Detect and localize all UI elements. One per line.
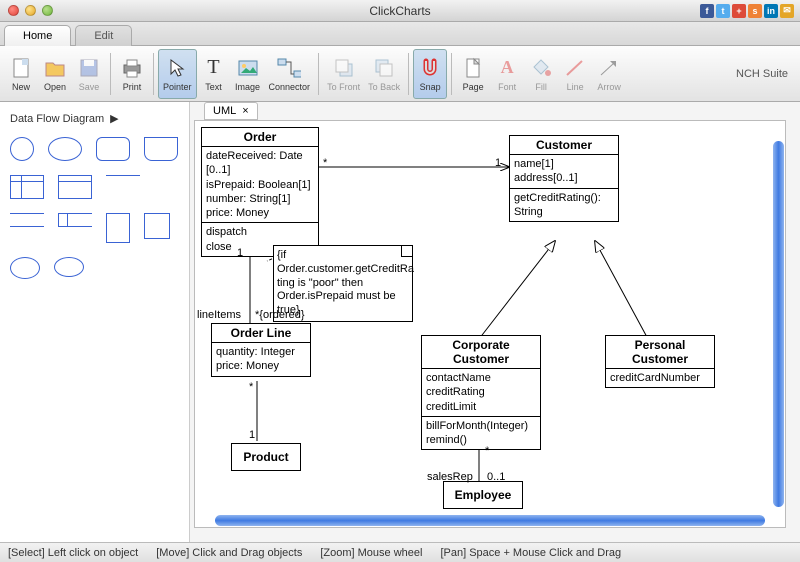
shape-open-right[interactable] [58,213,92,227]
print-button[interactable]: Print [115,49,149,99]
status-select: [Select] Left click on object [8,547,138,559]
arrow-button[interactable]: Arrow [592,49,626,99]
facebook-icon[interactable]: f [700,4,714,18]
minimize-window-button[interactable] [25,5,36,16]
status-pan: [Pan] Space + Mouse Click and Drag [440,547,621,559]
statusbar: [Select] Left click on object [Move] Cli… [0,542,800,562]
rss-icon[interactable]: ✉ [780,4,794,18]
window-title: ClickCharts [0,4,800,18]
assoc-label: *{ordered} [255,309,305,321]
connector-button[interactable]: Connector [265,49,315,99]
mult-label: * [485,445,489,457]
shape-table[interactable] [10,175,44,199]
pointer-button[interactable]: Pointer [158,49,197,99]
mult-label: 0..1 [487,471,505,483]
image-button[interactable]: Image [231,49,265,99]
line-button[interactable]: Line [558,49,592,99]
uml-class-orderline[interactable]: Order Line quantity: Integer price: Mone… [211,323,311,377]
snap-button[interactable]: Snap [413,49,447,99]
canvas-area: UML× Order dateReceived: Date [0..1] isP… [190,102,800,542]
shape-open-rect[interactable] [10,213,44,227]
open-button[interactable]: Open [38,49,72,99]
assoc-label: lineItems [197,309,241,321]
save-button[interactable]: Save [72,49,106,99]
uml-class-corporate[interactable]: Corporate Customer contactName creditRat… [421,335,541,450]
mult-label: * [323,157,327,169]
uml-class-order[interactable]: Order dateReceived: Date [0..1] isPrepai… [201,127,319,257]
twitter-icon[interactable]: t [716,4,730,18]
close-window-button[interactable] [8,5,19,16]
shape-ellipse[interactable] [48,137,82,161]
uml-class-employee[interactable]: Employee [443,481,523,509]
tab-edit[interactable]: Edit [75,25,132,46]
status-move: [Move] Click and Drag objects [156,547,302,559]
mult-label: 1 [249,429,255,441]
tab-home[interactable]: Home [4,25,71,46]
shape-line1[interactable] [106,175,140,178]
shapes-sidebar: Data Flow Diagram▶ [0,102,190,542]
chevron-right-icon: ▶ [110,112,118,125]
mult-label: 1 [495,157,501,169]
gplus-icon[interactable]: + [732,4,746,18]
shape-circle[interactable] [10,137,34,161]
text-button[interactable]: TText [197,49,231,99]
zoom-window-button[interactable] [42,5,53,16]
vertical-scrollbar[interactable] [773,141,784,507]
shape-square[interactable] [144,213,170,239]
new-button[interactable]: New [4,49,38,99]
uml-class-product[interactable]: Product [231,443,301,471]
mult-label: * [249,381,253,393]
font-button[interactable]: AFont [490,49,524,99]
toolbar: New Open Save Print Pointer TText Image … [0,46,800,102]
page-button[interactable]: Page [456,49,490,99]
assoc-label: salesRep [427,471,473,483]
ribbon-tabs: Home Edit [0,22,800,46]
brand-label[interactable]: NCH Suite [736,68,788,80]
uml-class-customer[interactable]: Customer name[1] address[0..1] getCredit… [509,135,619,222]
shape-datastore[interactable] [144,137,178,161]
fill-button[interactable]: Fill [524,49,558,99]
document-tab[interactable]: UML× [204,102,258,120]
shape-rounded-rect[interactable] [96,137,130,161]
uml-class-personal[interactable]: Personal Customer creditCardNumber [605,335,715,388]
titlebar: ClickCharts f t + s in ✉ [0,0,800,22]
shape-tall-rect[interactable] [106,213,130,243]
close-icon[interactable]: × [242,105,248,117]
sidebar-header[interactable]: Data Flow Diagram▶ [6,108,183,129]
tofront-button[interactable]: To Front [323,49,364,99]
horizontal-scrollbar[interactable] [215,515,765,526]
stumble-icon[interactable]: s [748,4,762,18]
linkedin-icon[interactable]: in [764,4,778,18]
shape-header[interactable] [58,175,92,199]
mult-label: 1 [237,247,243,259]
toback-button[interactable]: To Back [364,49,404,99]
shape-wide-ellipse[interactable] [10,257,40,279]
status-zoom: [Zoom] Mouse wheel [320,547,422,559]
canvas[interactable]: Order dateReceived: Date [0..1] isPrepai… [194,120,786,528]
shape-ellipse2[interactable] [54,257,84,277]
